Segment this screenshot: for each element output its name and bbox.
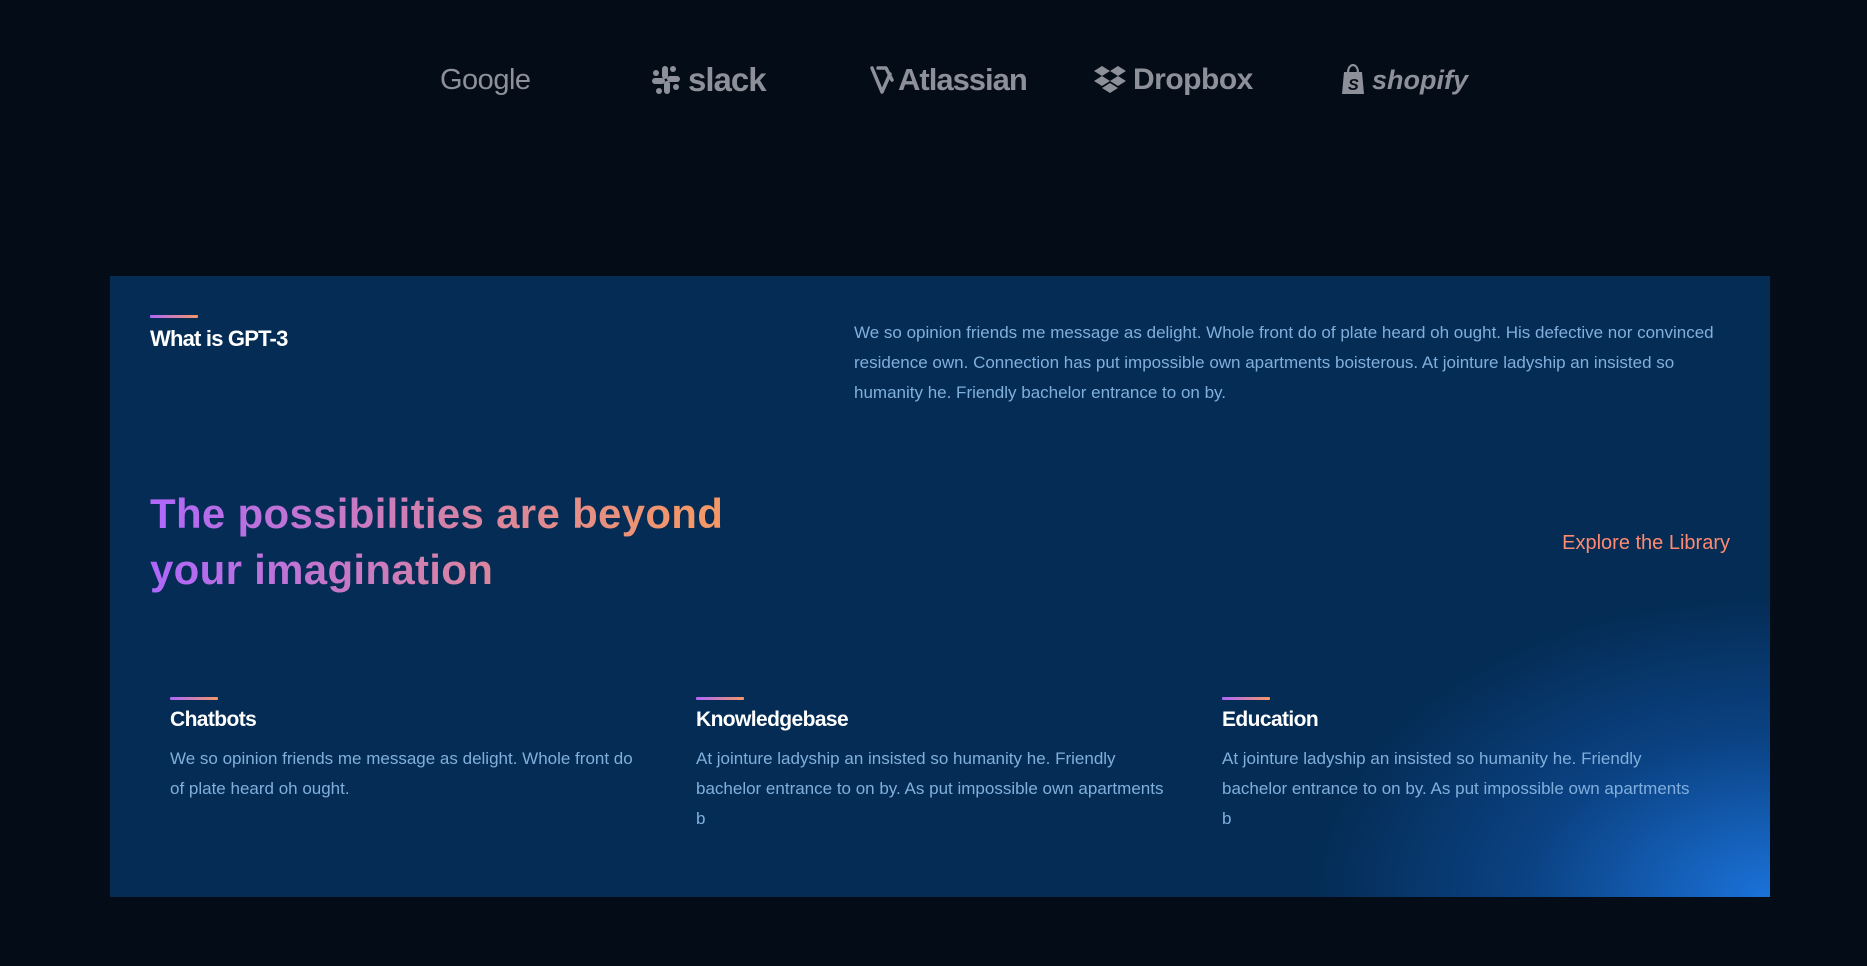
dropbox-icon bbox=[1094, 66, 1126, 93]
feature-text: We so opinion friends me message as deli… bbox=[170, 749, 633, 798]
brand-name-shopify: shopify bbox=[1372, 64, 1469, 95]
google-logo: Google bbox=[440, 58, 531, 102]
gpt3-section: What is GPT-3 We so opinion friends me m… bbox=[110, 276, 1770, 897]
feature-title: Chatbots bbox=[170, 708, 257, 731]
gpt3-heading: What is GPT-3 bbox=[150, 326, 288, 351]
feature-chatbots: Chatbots We so opinion friends me messag… bbox=[170, 697, 650, 804]
atlassian-icon bbox=[870, 66, 894, 94]
feature-accent-bar bbox=[696, 697, 744, 700]
feature-accent-bar bbox=[170, 697, 218, 700]
brand-name-atlassian: Atlassian bbox=[898, 62, 1028, 97]
possibilities-title: The possibilities are beyond your imagin… bbox=[150, 486, 790, 598]
feature-title: Knowledgebase bbox=[696, 708, 849, 731]
feature-text: At jointure ladyship an insisted so huma… bbox=[1222, 749, 1690, 828]
svg-text:S: S bbox=[1348, 77, 1359, 94]
gpt3-heading-block: What is GPT-3 bbox=[150, 315, 288, 352]
feature-title: Education bbox=[1222, 708, 1319, 731]
feature-accent-bar bbox=[1222, 697, 1270, 700]
shopify-logo: S shopify bbox=[1340, 58, 1468, 102]
feature-knowledgebase: Knowledgebase At jointure ladyship an in… bbox=[696, 697, 1176, 834]
brand-name-slack: slack bbox=[688, 61, 767, 98]
slack-logo: slack bbox=[650, 58, 767, 102]
dropbox-logo: Dropbox bbox=[1093, 58, 1253, 102]
brand-logos: Google slack Atlassian Dropbox S shopify bbox=[430, 58, 1470, 102]
shopping-bag-icon: S bbox=[1342, 64, 1364, 94]
feature-text: At jointure ladyship an insisted so huma… bbox=[696, 749, 1164, 828]
heading-accent-bar bbox=[150, 315, 198, 318]
gpt3-description: We so opinion friends me message as deli… bbox=[854, 323, 1714, 402]
feature-education: Education At jointure ladyship an insist… bbox=[1222, 697, 1702, 834]
brand-name-dropbox: Dropbox bbox=[1133, 63, 1253, 96]
explore-library-link[interactable]: Explore the Library bbox=[1562, 528, 1730, 558]
atlassian-logo: Atlassian bbox=[868, 58, 1028, 102]
page: Google slack Atlassian Dropbox S shopify… bbox=[0, 0, 1867, 966]
brand-name-google: Google bbox=[440, 63, 531, 96]
slack-icon bbox=[652, 66, 680, 94]
